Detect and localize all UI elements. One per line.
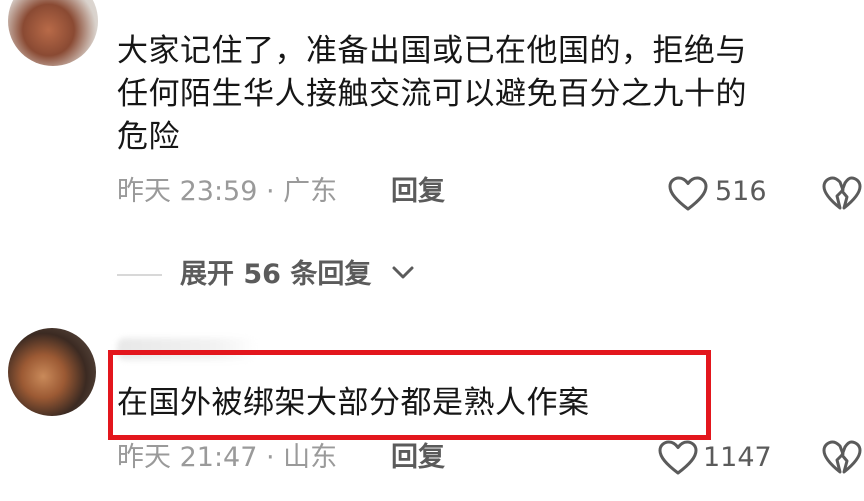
- avatar[interactable]: [8, 328, 96, 416]
- comment-text-line: 任何陌生华人接触交流可以避免百分之九十的: [117, 76, 747, 112]
- comment-timestamp: 昨天 21:47 · 山东: [117, 442, 338, 473]
- heart-outline-icon[interactable]: [658, 440, 698, 476]
- expand-replies-button[interactable]: 展开 56 条回复: [180, 258, 371, 292]
- comment-text-line: 大家记住了，准备出国或已在他国的，拒绝与: [117, 33, 747, 69]
- heart-outline-icon[interactable]: [668, 176, 708, 212]
- reply-button[interactable]: 回复: [391, 442, 445, 474]
- like-count: 516: [715, 176, 767, 207]
- like-count: 1147: [703, 442, 772, 473]
- chevron-down-icon[interactable]: [391, 264, 415, 282]
- divider: [117, 274, 162, 276]
- avatar[interactable]: [8, 0, 98, 66]
- highlight-box: [108, 350, 711, 440]
- broken-heart-icon[interactable]: [822, 176, 862, 212]
- comment-timestamp: 昨天 23:59 · 广东: [117, 176, 338, 207]
- broken-heart-icon[interactable]: [822, 440, 862, 476]
- reply-button[interactable]: 回复: [391, 176, 445, 208]
- comment-text-line: 危险: [117, 119, 180, 155]
- comment-text: 大家记住了，准备出国或已在他国的，拒绝与 任何陌生华人接触交流可以避免百分之九十…: [117, 30, 837, 159]
